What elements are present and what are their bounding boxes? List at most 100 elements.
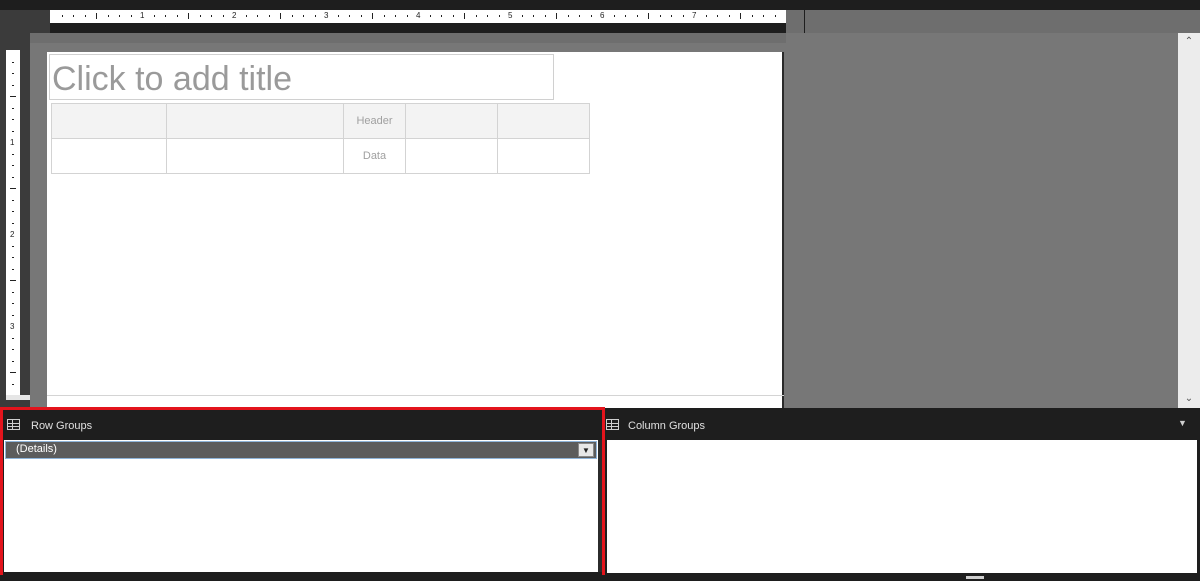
ruler-tick	[406, 15, 408, 17]
ruler-tick	[10, 96, 16, 97]
vertical-ruler: 1 2 3	[6, 50, 20, 396]
ruler-tick	[544, 15, 546, 17]
ruler-tick	[280, 13, 281, 19]
ruler-tick	[12, 349, 14, 350]
ruler-number: 3	[10, 322, 15, 331]
ruler-tick	[199, 15, 201, 17]
ruler-tick	[12, 84, 14, 86]
report-table[interactable]: Header Data	[51, 103, 590, 174]
row-groups-highlight	[0, 407, 605, 579]
ruler-tick	[441, 15, 442, 17]
vertical-scrollbar[interactable]	[1178, 33, 1200, 408]
ruler-tick	[740, 13, 741, 19]
ruler-tick	[12, 107, 14, 109]
ruler-tick	[12, 383, 14, 385]
ruler-number: 4	[416, 11, 421, 20]
ruler-tick	[659, 15, 661, 17]
ruler-tick	[464, 13, 465, 19]
table-cell[interactable]	[405, 103, 498, 139]
table-cell[interactable]	[497, 103, 590, 139]
ruler-tick	[153, 15, 155, 17]
ruler-tick	[590, 15, 592, 17]
ruler-number: 2	[10, 230, 15, 239]
ruler-tick	[12, 199, 14, 201]
ruler-number: 6	[600, 11, 605, 20]
table-cell[interactable]	[166, 103, 344, 139]
ruler-tick	[487, 15, 488, 17]
table-cell[interactable]	[51, 103, 167, 139]
ruler-tick	[61, 15, 63, 17]
ruler-tick	[12, 314, 14, 316]
ruler-tick	[119, 15, 120, 17]
ruler-tick	[12, 165, 14, 166]
ruler-tick	[12, 130, 14, 132]
ruler-number: 7	[692, 11, 697, 20]
table-cell[interactable]	[497, 138, 590, 174]
ruler-tick	[452, 15, 454, 17]
ruler-tick	[636, 15, 638, 17]
table-cell[interactable]: Data	[343, 138, 406, 174]
ruler-tick	[12, 176, 14, 178]
ruler-tick	[774, 15, 776, 17]
ruler-number: 3	[324, 11, 329, 20]
ruler-tick	[12, 291, 14, 293]
ruler-tick	[556, 13, 557, 19]
ruler-tick	[521, 15, 523, 17]
ruler-tick	[165, 15, 166, 17]
ruler-tick	[12, 211, 14, 212]
ruler-tick	[12, 153, 14, 155]
ruler-tick	[475, 15, 477, 17]
ruler-tick	[211, 15, 212, 17]
pane-menu-icon[interactable]: ▼	[1178, 418, 1187, 428]
ruler-number: 1	[140, 11, 145, 20]
table-cell[interactable]	[166, 138, 344, 174]
resize-grip-icon[interactable]	[966, 576, 984, 579]
ruler-tick	[245, 15, 247, 17]
ruler-tick	[314, 15, 316, 17]
ruler-tick	[648, 13, 649, 19]
ruler-tick	[73, 15, 74, 17]
ruler-tick	[12, 303, 14, 304]
ruler-tick	[705, 15, 707, 17]
ruler-tick	[12, 337, 14, 339]
bottom-strip	[0, 575, 1200, 581]
table-data-row: Data	[51, 138, 590, 174]
design-surface-top	[30, 33, 786, 43]
scroll-down-icon[interactable]: ⌄	[1178, 390, 1200, 408]
table-cell[interactable]	[51, 138, 167, 174]
column-groups-list[interactable]	[607, 440, 1197, 573]
ruler-tick	[96, 13, 97, 19]
ruler-tick	[84, 15, 86, 17]
ruler-tick	[349, 15, 350, 17]
ruler-tick	[268, 15, 270, 17]
ruler-tick	[625, 15, 626, 17]
vertical-ruler-end	[6, 395, 30, 400]
table-cell[interactable]: Header	[343, 103, 406, 139]
ruler-tick	[12, 61, 14, 63]
scroll-up-icon[interactable]: ⌃	[1178, 33, 1200, 51]
title-placeholder: Click to add title	[52, 60, 292, 98]
ruler-number: 1	[10, 138, 15, 147]
ruler-tick	[222, 15, 224, 17]
report-footer-separator	[47, 395, 784, 396]
ruler-tick	[372, 13, 373, 19]
ruler-tick	[429, 15, 431, 17]
ruler-divider	[804, 10, 805, 33]
ruler-number: 2	[232, 11, 237, 20]
ruler-tick	[682, 15, 684, 17]
ruler-tick	[717, 15, 718, 17]
ruler-tick	[337, 15, 339, 17]
ruler-tick	[12, 257, 14, 258]
ruler-tick	[498, 15, 500, 17]
ruler-tick	[130, 15, 132, 17]
ruler-tick	[567, 15, 569, 17]
table-header-row: Header	[51, 103, 590, 139]
ruler-tick	[12, 73, 14, 74]
ruler-tick	[10, 280, 16, 281]
ruler-tick	[728, 15, 730, 17]
table-cell[interactable]	[405, 138, 498, 174]
ruler-tick	[291, 15, 293, 17]
ruler-tick	[12, 222, 14, 224]
ruler-tick	[188, 13, 189, 19]
ruler-tick	[12, 119, 14, 120]
